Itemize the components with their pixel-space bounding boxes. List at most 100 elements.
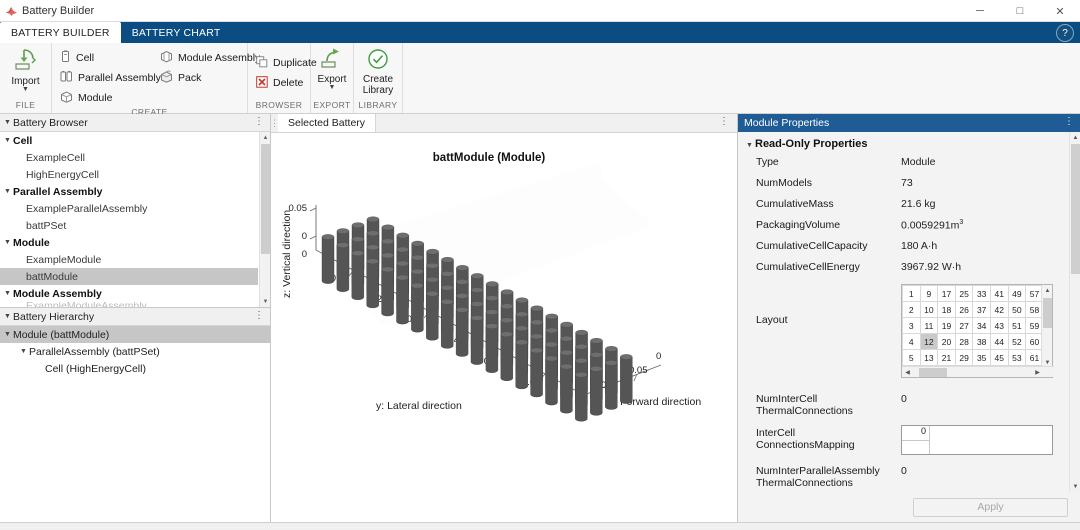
- tree-group-cell[interactable]: ▼ Cell: [0, 132, 258, 149]
- module-properties-menu-icon[interactable]: ⋮: [1064, 116, 1074, 127]
- tab-battery-chart[interactable]: BATTERY CHART: [121, 22, 232, 43]
- browser-vertical-scrollbar[interactable]: ▲ ▼: [259, 132, 270, 307]
- tree-group-module[interactable]: ▼ Module: [0, 234, 258, 251]
- chevron-down-icon[interactable]: ▼: [746, 142, 755, 149]
- layout-cell[interactable]: 10: [920, 302, 938, 318]
- scroll-left-icon[interactable]: ◀: [902, 367, 913, 378]
- scroll-down-icon[interactable]: ▼: [1070, 481, 1080, 492]
- tree-item-battpset[interactable]: battPSet: [0, 217, 258, 234]
- layout-cell[interactable]: 28: [955, 334, 973, 350]
- layout-cell[interactable]: 49: [1008, 286, 1026, 302]
- scrollbar-thumb[interactable]: [1043, 298, 1052, 328]
- chevron-down-icon[interactable]: ▼: [4, 331, 13, 338]
- chevron-down-icon[interactable]: ▼: [4, 188, 13, 195]
- document-menu-icon[interactable]: ⋮: [719, 116, 729, 127]
- layout-table-row[interactable]: 513212935455361: [903, 350, 1044, 366]
- layout-table-row[interactable]: 19172533414957: [903, 286, 1044, 302]
- layout-cell[interactable]: 3: [903, 318, 921, 334]
- minimize-icon[interactable]: ─: [960, 0, 1000, 22]
- tree-item-battmodule[interactable]: battModule: [0, 268, 258, 285]
- layout-cell[interactable]: 27: [955, 318, 973, 334]
- layout-cell[interactable]: 53: [1008, 350, 1026, 366]
- create-module-button[interactable]: Module: [58, 89, 158, 107]
- import-button[interactable]: Import ▼: [0, 46, 51, 93]
- scroll-up-icon[interactable]: ▲: [1042, 285, 1053, 296]
- create-library-button[interactable]: Create Library: [354, 46, 402, 96]
- chevron-down-icon[interactable]: ▼: [4, 313, 13, 320]
- battery-hierarchy-tree[interactable]: ▼ Module (battModule) ▼ ParallelAssembly…: [0, 326, 270, 377]
- tree-group-module-assembly[interactable]: ▼ Module Assembly: [0, 285, 258, 302]
- mapping-cell-value[interactable]: 0: [902, 426, 929, 441]
- layout-cell[interactable]: 35: [973, 350, 991, 366]
- layout-cell[interactable]: 19: [938, 318, 956, 334]
- tab-battery-builder[interactable]: BATTERY BUILDER: [0, 22, 121, 43]
- chevron-down-icon[interactable]: ▼: [22, 87, 29, 93]
- layout-cell[interactable]: 41: [990, 286, 1008, 302]
- hierarchy-item-parallelassembly[interactable]: ▼ ParallelAssembly (battPSet): [0, 343, 270, 360]
- chevron-down-icon[interactable]: ▼: [20, 348, 29, 355]
- chevron-down-icon[interactable]: ▼: [4, 137, 13, 144]
- layout-table-row[interactable]: 210182637425058: [903, 302, 1044, 318]
- scroll-up-icon[interactable]: ▲: [260, 132, 270, 143]
- create-parallel-assembly-button[interactable]: Parallel Assembly: [58, 69, 158, 87]
- chevron-down-icon[interactable]: ▼: [4, 290, 13, 297]
- layout-table-container[interactable]: 1917253341495721018263742505831119273443…: [901, 284, 1053, 378]
- tree-group-parallel-assembly[interactable]: ▼ Parallel Assembly: [0, 183, 258, 200]
- layout-cell[interactable]: 52: [1008, 334, 1026, 350]
- layout-cell[interactable]: 38: [973, 334, 991, 350]
- mapping-cell-empty[interactable]: [902, 441, 929, 455]
- layout-table-row[interactable]: 412202838445260: [903, 334, 1044, 350]
- scrollbar-thumb[interactable]: [1071, 144, 1080, 274]
- layout-vertical-scrollbar[interactable]: ▲ ▼: [1041, 285, 1052, 368]
- layout-table[interactable]: 1917253341495721018263742505831119273443…: [902, 285, 1044, 366]
- layout-cell[interactable]: 34: [973, 318, 991, 334]
- tab-selected-battery[interactable]: Selected Battery: [278, 114, 376, 132]
- chevron-down-icon[interactable]: ▼: [4, 119, 13, 126]
- export-button[interactable]: Export ▼: [311, 46, 353, 91]
- layout-cell[interactable]: 33: [973, 286, 991, 302]
- layout-horizontal-scrollbar[interactable]: ◀ ▶: [902, 366, 1054, 377]
- layout-cell[interactable]: 4: [903, 334, 921, 350]
- chevron-down-icon[interactable]: ▼: [4, 239, 13, 246]
- intercell-connections-mapping-input[interactable]: 0: [901, 425, 1053, 455]
- scroll-up-icon[interactable]: ▲: [1070, 132, 1080, 143]
- scroll-down-icon[interactable]: ▼: [260, 296, 270, 307]
- scrollbar-thumb[interactable]: [261, 144, 270, 254]
- layout-cell[interactable]: 43: [990, 318, 1008, 334]
- layout-cell[interactable]: 9: [920, 286, 938, 302]
- read-only-properties-section[interactable]: ▼Read-Only Properties: [738, 132, 1068, 154]
- tab-grip-icon[interactable]: ⋮: [271, 114, 278, 132]
- help-icon[interactable]: ?: [1056, 24, 1074, 42]
- layout-cell[interactable]: 45: [990, 350, 1008, 366]
- battery-browser-menu-icon[interactable]: ⋮: [254, 116, 264, 127]
- layout-cell[interactable]: 50: [1008, 302, 1026, 318]
- tree-item-examplecell[interactable]: ExampleCell: [0, 149, 258, 166]
- tree-item-examplemodule[interactable]: ExampleModule: [0, 251, 258, 268]
- tree-item-exampleparallelassembly[interactable]: ExampleParallelAssembly: [0, 200, 258, 217]
- battery-3d-view[interactable]: battModule (Module): [271, 133, 737, 522]
- layout-cell[interactable]: 51: [1008, 318, 1026, 334]
- layout-table-row[interactable]: 311192734435159: [903, 318, 1044, 334]
- layout-cell[interactable]: 29: [955, 350, 973, 366]
- battery-browser-tree[interactable]: ▼ Cell ExampleCell HighEnergyCell ▼ Para…: [0, 132, 270, 307]
- chevron-down-icon[interactable]: ▼: [329, 85, 336, 91]
- layout-cell[interactable]: 25: [955, 286, 973, 302]
- layout-cell[interactable]: 17: [938, 286, 956, 302]
- maximize-icon[interactable]: □: [1000, 0, 1040, 22]
- create-pack-button[interactable]: Pack: [158, 69, 254, 87]
- layout-cell[interactable]: 20: [938, 334, 956, 350]
- layout-cell[interactable]: 12: [920, 334, 938, 350]
- layout-cell[interactable]: 21: [938, 350, 956, 366]
- hierarchy-item-module[interactable]: ▼ Module (battModule): [0, 326, 270, 343]
- layout-cell[interactable]: 42: [990, 302, 1008, 318]
- hierarchy-item-cell[interactable]: Cell (HighEnergyCell): [0, 360, 270, 377]
- create-cell-button[interactable]: Cell: [58, 49, 158, 67]
- scrollbar-thumb[interactable]: [919, 368, 947, 377]
- layout-cell[interactable]: 26: [955, 302, 973, 318]
- properties-vertical-scrollbar[interactable]: ▲ ▼: [1069, 132, 1080, 492]
- layout-cell[interactable]: 1: [903, 286, 921, 302]
- tree-item-highenergycell[interactable]: HighEnergyCell: [0, 166, 258, 183]
- battery-3d-plot[interactable]: battModule (Module): [271, 133, 737, 521]
- layout-cell[interactable]: 18: [938, 302, 956, 318]
- create-module-assembly-button[interactable]: Module Assembly: [158, 49, 254, 67]
